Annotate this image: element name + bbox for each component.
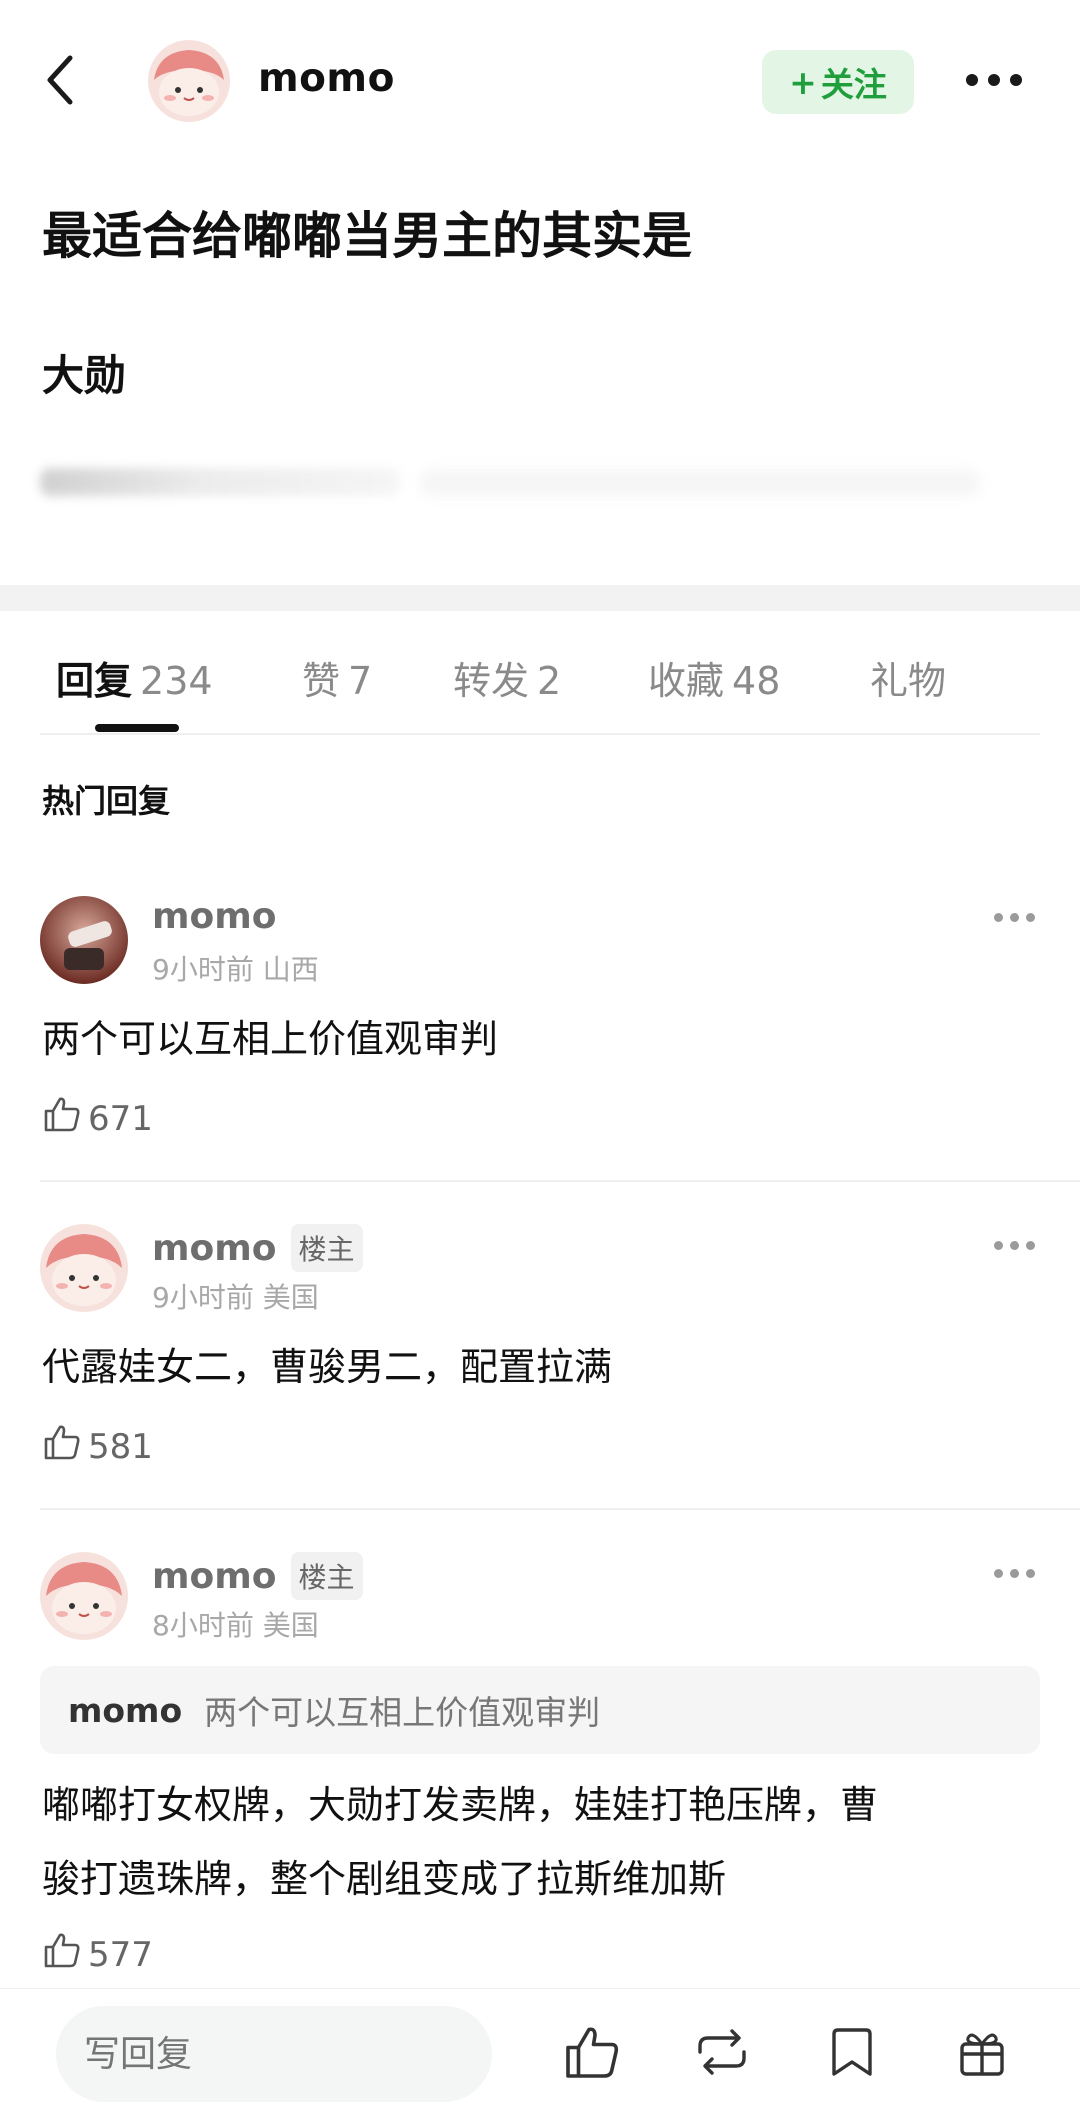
quoted-name: momo <box>68 1690 183 1730</box>
thumbs-up-icon <box>42 1094 82 1143</box>
tab-divider <box>40 733 1040 735</box>
tab-gifts[interactable]: 礼物 <box>870 650 946 705</box>
tab-likes[interactable]: 赞 7 <box>302 650 372 705</box>
section-divider <box>0 585 1080 611</box>
tab-count: 48 <box>732 659 781 703</box>
like-count: 581 <box>88 1426 153 1467</box>
follow-label: 关注 <box>820 65 887 104</box>
header-username[interactable]: momo <box>258 56 395 101</box>
comment-divider <box>40 1180 1080 1182</box>
tab-label: 赞 <box>302 659 341 703</box>
commenter-header: momo 楼主 <box>152 1224 363 1272</box>
blurred-content <box>40 468 400 496</box>
commenter-name[interactable]: momo <box>152 896 277 937</box>
comment-location: 山西 <box>262 953 319 986</box>
comment-more-icon[interactable] <box>994 910 1038 924</box>
op-badge: 楼主 <box>290 1552 363 1600</box>
commenter-name[interactable]: momo <box>152 1556 277 1597</box>
comment-text: 代露娃女二，曹骏男二，配置拉满 <box>42 1345 613 1389</box>
comment-meta: 9小时前 美国 <box>152 1276 319 1316</box>
avatar[interactable] <box>40 896 128 984</box>
comment-text-line1: 嘟嘟打女权牌，大勋打发卖牌，娃娃打艳压牌，曹 <box>42 1783 879 1827</box>
more-options-icon[interactable] <box>966 66 1028 94</box>
comment-time: 9小时前 <box>152 1281 254 1314</box>
thumbs-up-icon <box>42 1422 82 1471</box>
like-icon[interactable] <box>562 2022 622 2082</box>
tab-label: 转发 <box>453 659 530 703</box>
thumbs-up-icon <box>42 1930 82 1979</box>
comment-time: 8小时前 <box>152 1609 254 1642</box>
gift-icon[interactable] <box>952 2022 1012 2082</box>
comment-like-button[interactable]: 671 <box>42 1094 153 1143</box>
repost-icon[interactable] <box>692 2022 752 2082</box>
author-avatar[interactable] <box>148 40 230 122</box>
comment-meta: 9小时前 山西 <box>152 948 319 988</box>
comment-divider <box>40 1508 1080 1510</box>
comment-meta: 8小时前 美国 <box>152 1604 319 1644</box>
avatar[interactable] <box>40 1552 128 1640</box>
like-count: 671 <box>88 1098 153 1139</box>
hot-replies-heading: 热门回复 <box>42 782 171 820</box>
active-tab-indicator <box>95 724 179 732</box>
blurred-content-faint <box>420 470 980 496</box>
avatar[interactable] <box>40 1224 128 1312</box>
tab-count: 2 <box>537 659 562 703</box>
comment-text: 两个可以互相上价值观审判 <box>42 1017 499 1061</box>
follow-button[interactable]: + 关注 <box>762 50 914 114</box>
commenter-name[interactable]: momo <box>152 1228 277 1269</box>
like-count: 577 <box>88 1934 153 1975</box>
tab-label: 礼物 <box>870 659 947 703</box>
tab-replies[interactable]: 回复 234 <box>56 650 213 705</box>
quoted-reply[interactable]: momo 两个可以互相上价值观审判 <box>40 1666 1040 1754</box>
post-title: 最适合给嘟嘟当男主的其实是 <box>42 207 692 265</box>
tab-count: 7 <box>348 659 373 703</box>
back-icon[interactable] <box>38 52 84 108</box>
comment-location: 美国 <box>262 1609 319 1642</box>
tab-favorites[interactable]: 收藏 48 <box>648 650 780 705</box>
comment-text-line2: 骏打遗珠牌，整个剧组变成了拉斯维加斯 <box>42 1857 727 1901</box>
bookmark-icon[interactable] <box>822 2022 882 2082</box>
quoted-text: 两个可以互相上价值观审判 <box>204 1693 601 1732</box>
post-body: 大勋 <box>42 351 127 400</box>
tab-count: 234 <box>140 659 213 703</box>
commenter-header: momo 楼主 <box>152 1552 363 1600</box>
op-badge: 楼主 <box>290 1224 363 1272</box>
tab-label: 收藏 <box>648 659 725 703</box>
reply-input[interactable] <box>56 2006 492 2102</box>
comment-time: 9小时前 <box>152 953 254 986</box>
plus-icon: + <box>789 62 817 102</box>
comment-more-icon[interactable] <box>994 1238 1038 1252</box>
tab-reposts[interactable]: 转发 2 <box>453 650 561 705</box>
comment-more-icon[interactable] <box>994 1566 1038 1580</box>
comment-like-button[interactable]: 577 <box>42 1930 153 1979</box>
tab-label: 回复 <box>56 659 133 703</box>
comment-location: 美国 <box>262 1281 319 1314</box>
comment-like-button[interactable]: 581 <box>42 1422 153 1471</box>
